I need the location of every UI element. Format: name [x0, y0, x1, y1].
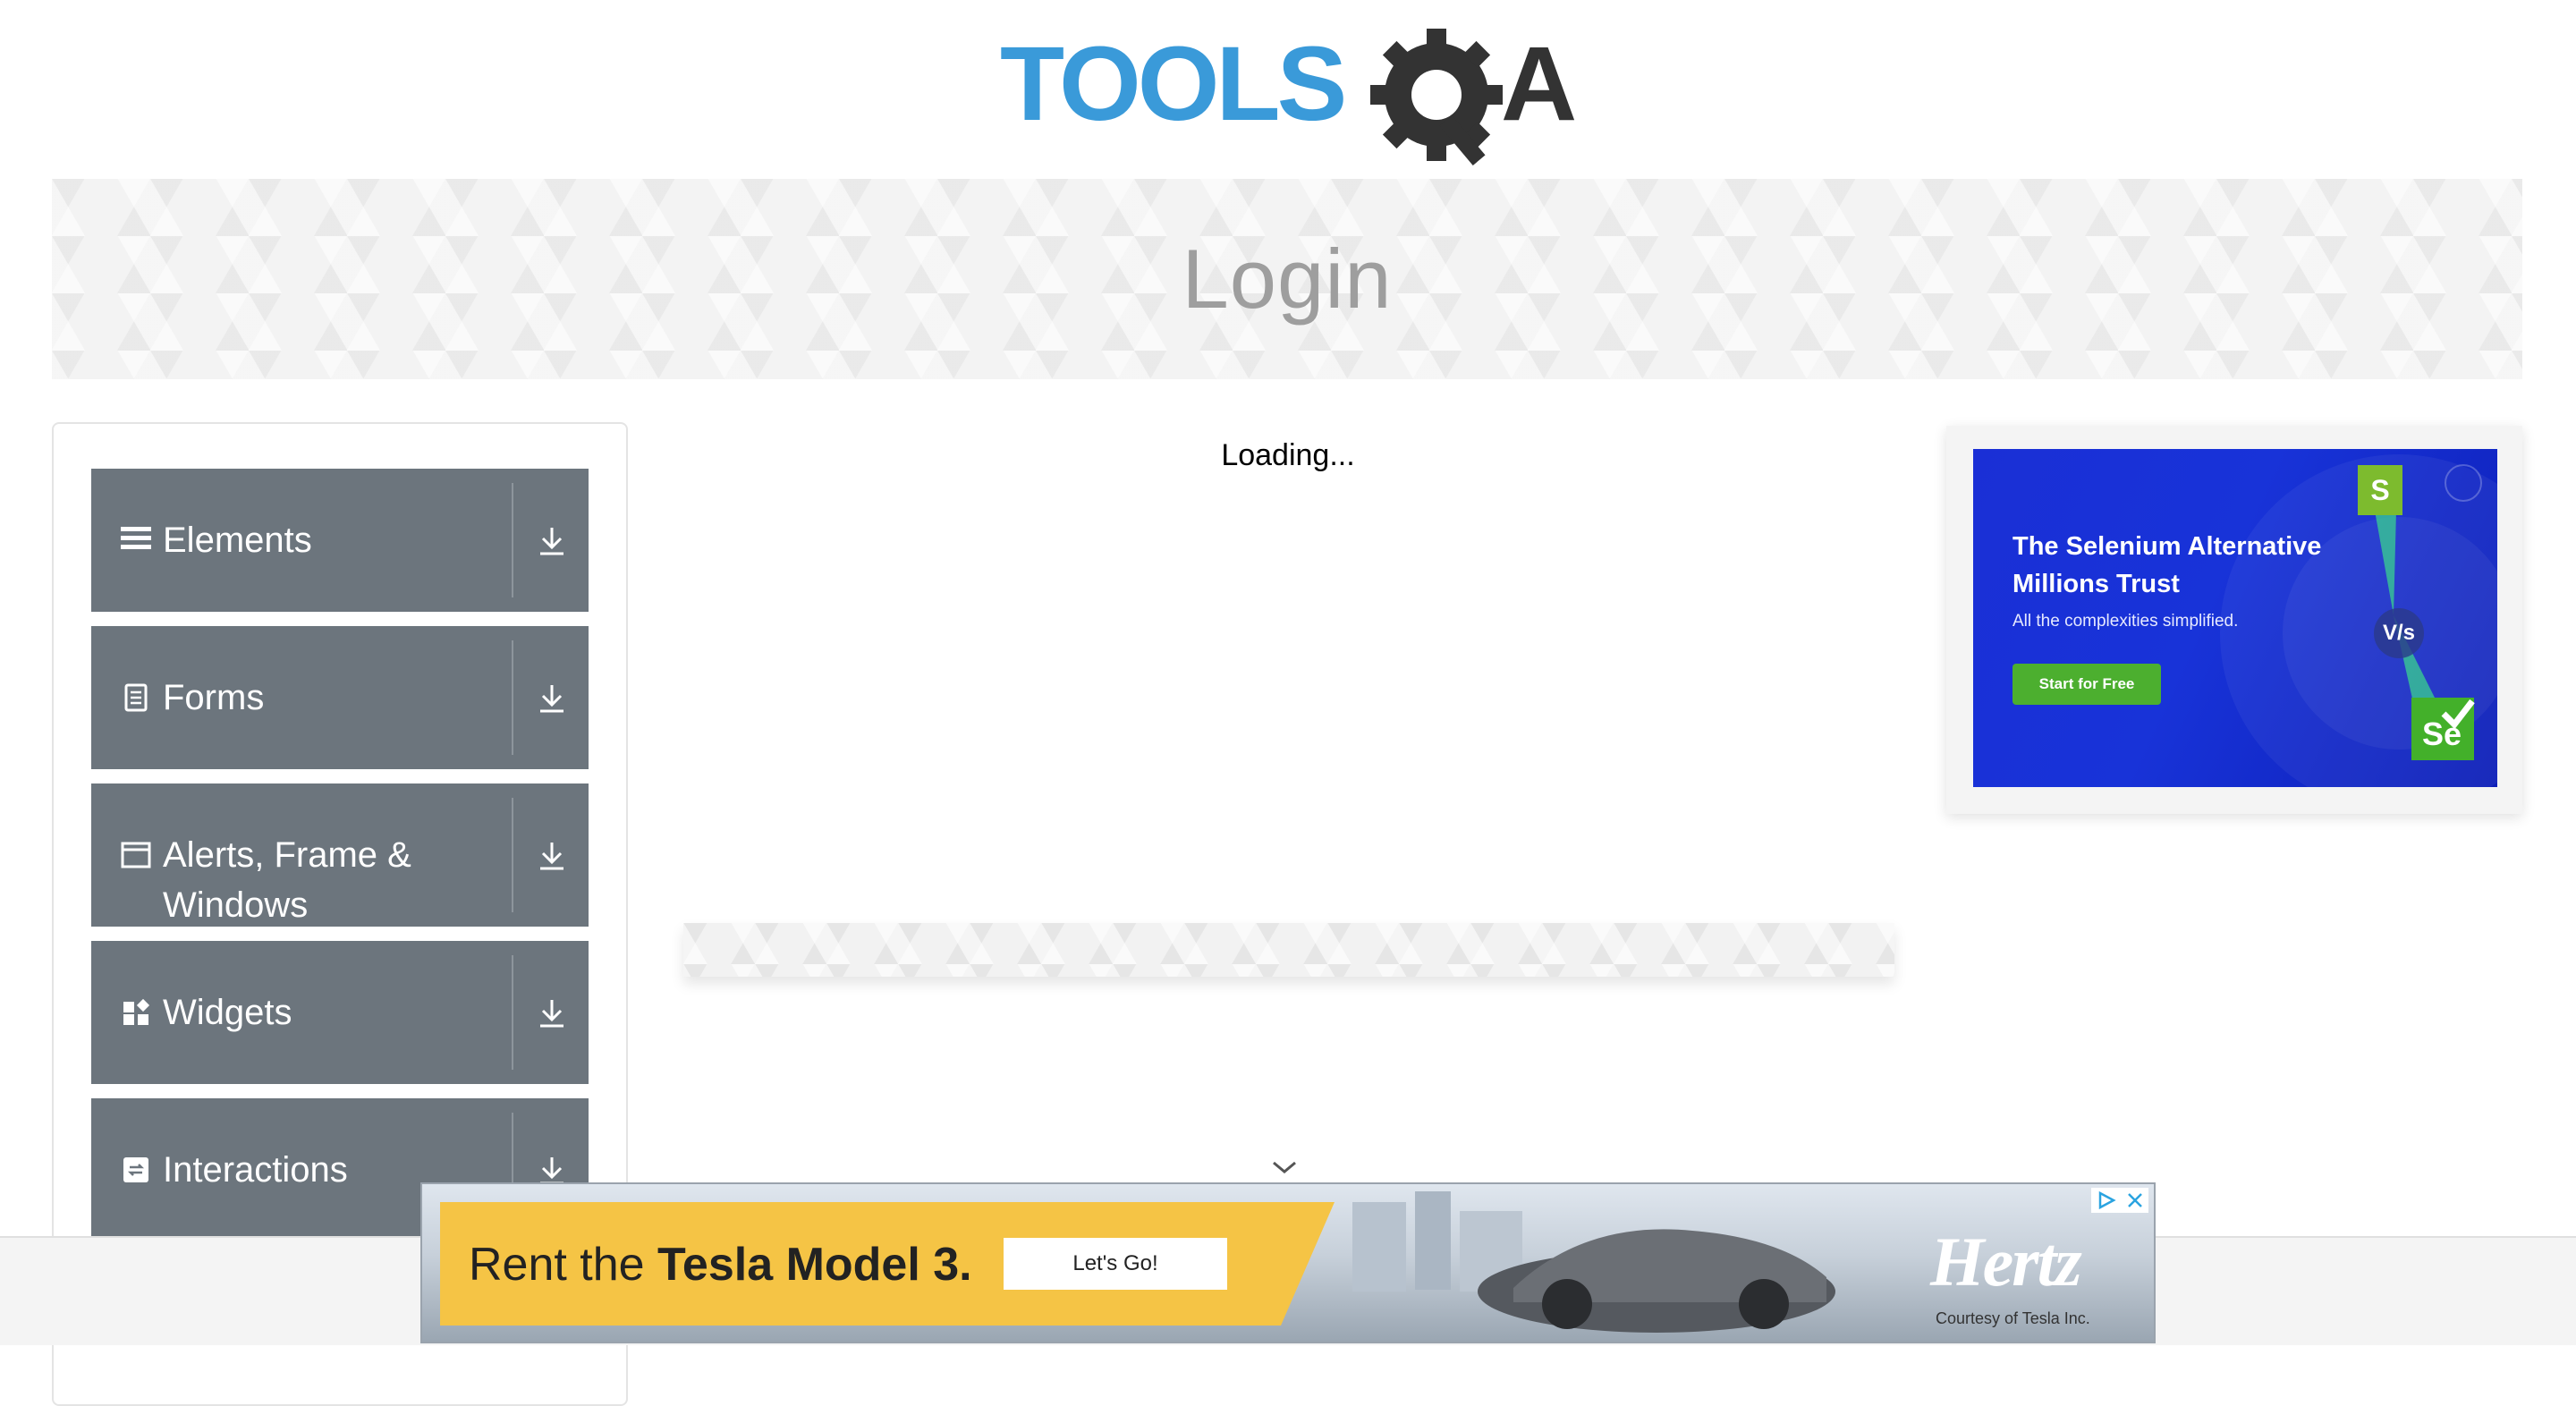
toolsqa-logo[interactable]: TOOLS A	[1000, 25, 1581, 168]
sidebar-group-label: Elements	[163, 521, 312, 560]
hertz-tesla-ad[interactable]: Rent the Tesla Model 3. Let's Go! Hertz …	[420, 1182, 2156, 1343]
decorative-strip	[683, 923, 1894, 977]
divider	[512, 955, 513, 1070]
selenium-badge-label: Se	[2421, 716, 2462, 752]
sidebar-group-forms[interactable]: Forms	[91, 626, 589, 769]
ad-subtext: All the complexities simplified.	[2012, 612, 2239, 631]
divider	[512, 640, 513, 755]
logo-graphic: TOOLS A	[1000, 25, 1577, 166]
loading-text: Loading...	[1221, 438, 1355, 472]
selenium-alternative-ad[interactable]: The Selenium Alternative Millions Trust …	[1973, 449, 2497, 787]
widgets-icon	[120, 996, 152, 1029]
menu-lines-icon	[120, 522, 152, 555]
s-badge-label: S	[2370, 474, 2390, 506]
lets-go-button[interactable]: Let's Go!	[1004, 1238, 1227, 1290]
vs-badge-label: V/s	[2382, 621, 2416, 645]
ad-tagline: Rent the Tesla Model 3.	[469, 1238, 972, 1292]
download-arrow-icon[interactable]	[530, 519, 574, 563]
sidebar-group-alerts-frame-windows[interactable]: Alerts, Frame & Windows	[91, 783, 589, 927]
sidebar-group-elements[interactable]: Elements	[91, 469, 589, 612]
ad-tagline-prefix: Rent the	[469, 1239, 658, 1291]
ad-choices-controls	[2091, 1188, 2148, 1213]
page-banner: Login	[52, 179, 2522, 379]
logo-text-right: A	[1501, 25, 1577, 143]
document-icon	[120, 682, 152, 714]
download-arrow-icon[interactable]	[530, 834, 574, 878]
gear-icon	[1370, 29, 1503, 166]
sidebar-group-widgets[interactable]: Widgets	[91, 941, 589, 1084]
interactions-icon	[120, 1154, 152, 1186]
download-arrow-icon[interactable]	[530, 991, 574, 1036]
ad-courtesy-text: Courtesy of Tesla Inc.	[1936, 1309, 2090, 1327]
close-icon[interactable]	[2125, 1190, 2145, 1210]
sidebar-group-label: Alerts, Frame & Windows	[163, 835, 411, 925]
divider	[512, 798, 513, 912]
chevron-down-icon[interactable]	[1267, 1154, 1302, 1181]
ad-choices-icon[interactable]	[2096, 1190, 2117, 1210]
start-for-free-button[interactable]: Start for Free	[2012, 664, 2161, 705]
hertz-logo: Hertz	[1930, 1223, 2082, 1300]
page-title: Login	[1182, 232, 1393, 326]
ad-headline: The Selenium Alternative Millions Trust	[2012, 532, 2322, 598]
divider	[512, 483, 513, 597]
ad-tagline-bold: Tesla Model 3.	[657, 1239, 972, 1291]
sidebar-group-label: Forms	[163, 678, 265, 717]
right-ad-container: The Selenium Alternative Millions Trust …	[1946, 426, 2522, 814]
sidebar-group-label: Widgets	[163, 993, 292, 1032]
logo-text-left: TOOLS	[1000, 25, 1344, 143]
download-arrow-icon[interactable]	[530, 676, 574, 721]
window-icon	[120, 839, 152, 871]
